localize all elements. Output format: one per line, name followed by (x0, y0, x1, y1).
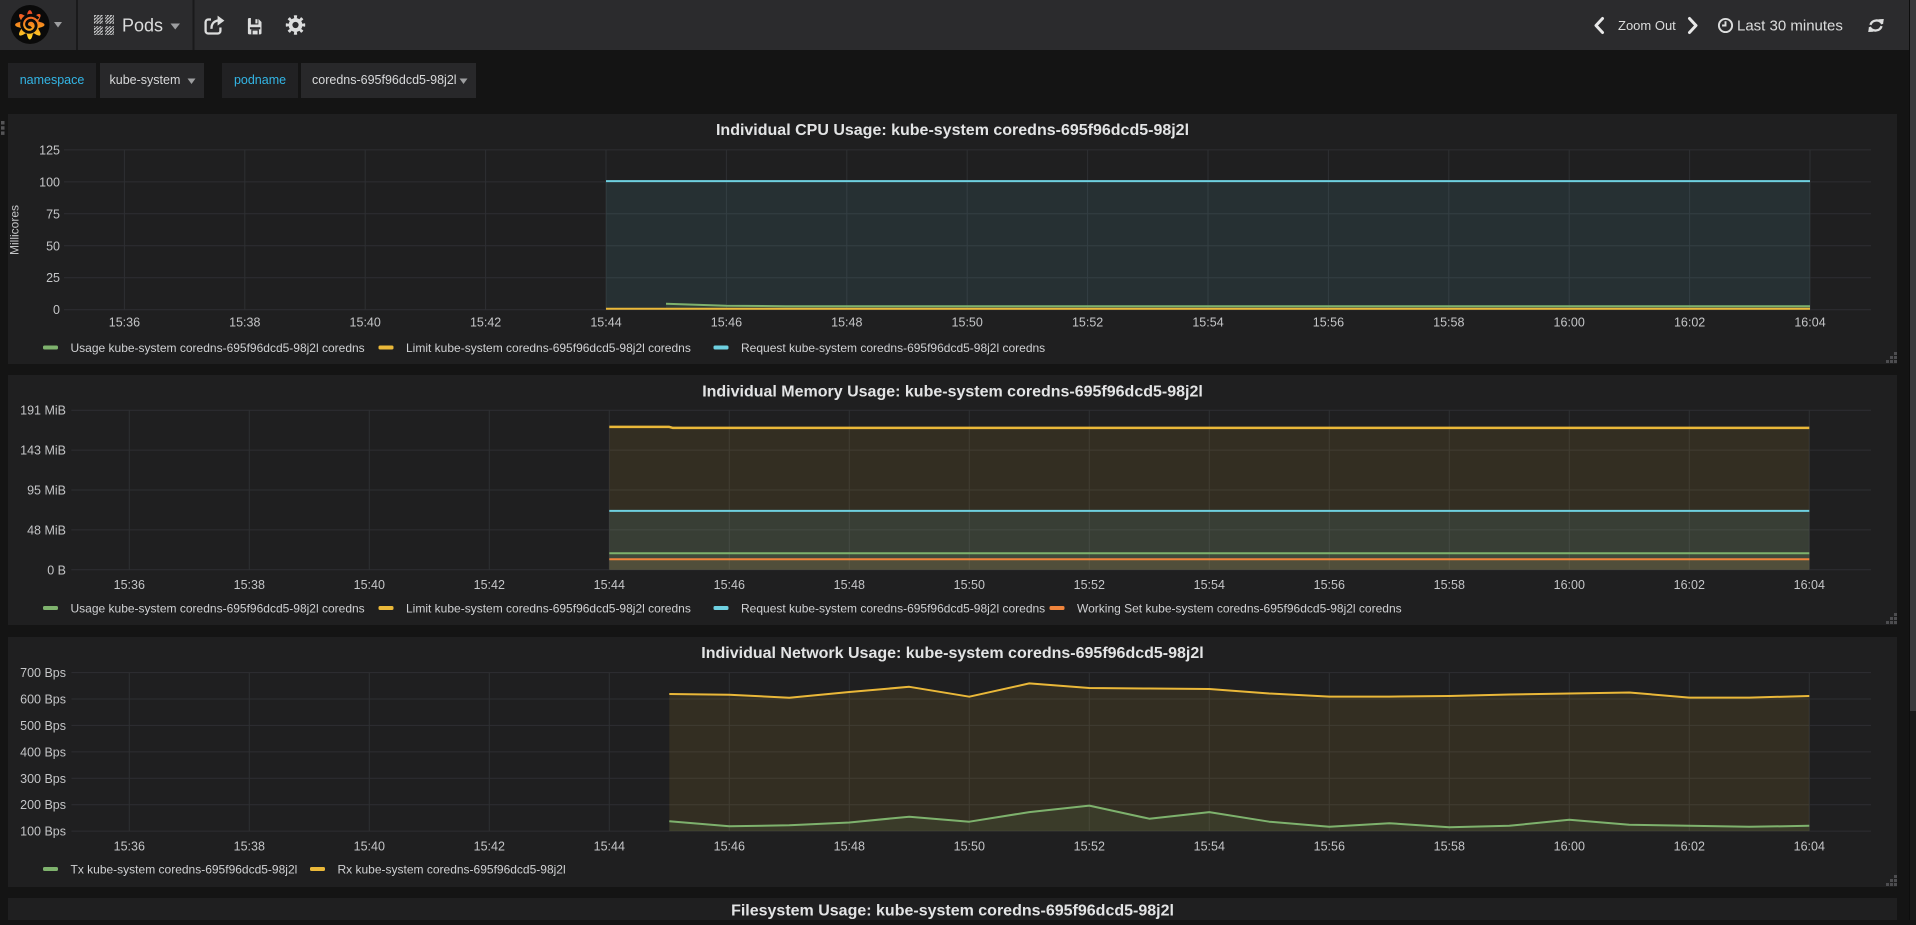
svg-text:15:52: 15:52 (1072, 315, 1103, 329)
svg-text:Individual Network Usage: kube: Individual Network Usage: kube-system co… (701, 645, 1203, 662)
svg-text:15:48: 15:48 (831, 315, 862, 329)
svg-text:Individual CPU Usage: kube-sys: Individual CPU Usage: kube-system coredn… (716, 122, 1189, 139)
svg-text:15:44: 15:44 (594, 578, 625, 592)
svg-text:15:58: 15:58 (1433, 315, 1464, 329)
svg-text:143 MiB: 143 MiB (20, 444, 66, 458)
svg-text:Usage kube-system coredns-695f: Usage kube-system coredns-695f96dcd5-98j… (71, 602, 365, 616)
svg-text:0: 0 (53, 303, 60, 317)
svg-text:16:00: 16:00 (1554, 578, 1585, 592)
svg-text:16:02: 16:02 (1674, 839, 1705, 853)
svg-text:Millicores: Millicores (8, 204, 22, 254)
svg-text:16:02: 16:02 (1674, 315, 1705, 329)
svg-text:15:38: 15:38 (234, 839, 265, 853)
svg-text:15:46: 15:46 (714, 839, 745, 853)
svg-text:Limit kube-system coredns-695f: Limit kube-system coredns-695f96dcd5-98j… (406, 341, 691, 355)
svg-text:15:40: 15:40 (354, 839, 385, 853)
svg-text:15:36: 15:36 (114, 578, 145, 592)
svg-text:15:38: 15:38 (229, 315, 260, 329)
svg-text:15:58: 15:58 (1434, 578, 1465, 592)
svg-text:15:42: 15:42 (474, 839, 505, 853)
svg-text:15:52: 15:52 (1074, 839, 1105, 853)
svg-text:Individual Memory Usage: kube-: Individual Memory Usage: kube-system cor… (702, 384, 1203, 401)
svg-text:Last 30 minutes: Last 30 minutes (1737, 18, 1843, 35)
svg-text:50: 50 (46, 239, 60, 253)
svg-text:15:38: 15:38 (234, 578, 265, 592)
svg-text:191 MiB: 191 MiB (20, 404, 66, 418)
svg-text:15:44: 15:44 (590, 315, 621, 329)
svg-text:Working Set kube-system coredn: Working Set kube-system coredns-695f96dc… (1077, 602, 1402, 616)
svg-text:15:54: 15:54 (1194, 839, 1225, 853)
svg-text:300 Bps: 300 Bps (20, 771, 66, 785)
svg-text:125: 125 (39, 143, 60, 157)
svg-text:16:00: 16:00 (1554, 839, 1585, 853)
svg-text:600 Bps: 600 Bps (20, 692, 66, 706)
svg-text:15:42: 15:42 (474, 578, 505, 592)
svg-text:16:04: 16:04 (1794, 839, 1825, 853)
svg-text:15:36: 15:36 (109, 315, 140, 329)
svg-text:15:50: 15:50 (952, 315, 983, 329)
svg-text:Limit kube-system coredns-695f: Limit kube-system coredns-695f96dcd5-98j… (406, 602, 691, 616)
svg-text:0 B: 0 B (47, 563, 66, 577)
svg-text:Usage kube-system coredns-695f: Usage kube-system coredns-695f96dcd5-98j… (71, 341, 365, 355)
svg-text:15:56: 15:56 (1314, 578, 1345, 592)
svg-text:15:56: 15:56 (1313, 315, 1344, 329)
svg-text:100 Bps: 100 Bps (20, 824, 66, 838)
svg-text:400 Bps: 400 Bps (20, 745, 66, 759)
svg-text:Rx kube-system coredns-695f96d: Rx kube-system coredns-695f96dcd5-98j2l (338, 862, 566, 876)
svg-text:200 Bps: 200 Bps (20, 798, 66, 812)
svg-text:700 Bps: 700 Bps (20, 666, 66, 680)
svg-text:15:46: 15:46 (711, 315, 742, 329)
svg-text:15:50: 15:50 (954, 578, 985, 592)
svg-text:15:46: 15:46 (714, 578, 745, 592)
svg-text:15:36: 15:36 (114, 839, 145, 853)
svg-text:48 MiB: 48 MiB (27, 523, 66, 537)
svg-text:16:00: 16:00 (1554, 315, 1585, 329)
svg-text:75: 75 (46, 207, 60, 221)
svg-text:95 MiB: 95 MiB (27, 484, 66, 498)
svg-text:15:54: 15:54 (1194, 578, 1225, 592)
svg-text:500 Bps: 500 Bps (20, 718, 66, 732)
svg-text:15:40: 15:40 (350, 315, 381, 329)
svg-text:16:04: 16:04 (1794, 578, 1825, 592)
svg-text:15:48: 15:48 (834, 578, 865, 592)
svg-text:15:50: 15:50 (954, 839, 985, 853)
svg-text:Pods: Pods (122, 16, 163, 36)
svg-text:Tx kube-system coredns-695f96d: Tx kube-system coredns-695f96dcd5-98j2l (71, 862, 298, 876)
svg-text:16:02: 16:02 (1674, 578, 1705, 592)
svg-text:100: 100 (39, 175, 60, 189)
svg-text:16:04: 16:04 (1794, 315, 1825, 329)
svg-text:Request kube-system coredns-69: Request kube-system coredns-695f96dcd5-9… (741, 341, 1045, 355)
svg-text:Zoom Out: Zoom Out (1618, 18, 1676, 33)
svg-text:25: 25 (46, 271, 60, 285)
svg-text:15:42: 15:42 (470, 315, 501, 329)
svg-text:15:40: 15:40 (354, 578, 385, 592)
svg-text:15:54: 15:54 (1192, 315, 1223, 329)
svg-text:15:58: 15:58 (1434, 839, 1465, 853)
svg-text:15:44: 15:44 (594, 839, 625, 853)
svg-text:Request kube-system coredns-69: Request kube-system coredns-695f96dcd5-9… (741, 602, 1045, 616)
svg-text:15:52: 15:52 (1074, 578, 1105, 592)
svg-text:15:48: 15:48 (834, 839, 865, 853)
svg-text:Filesystem Usage: kube-system: Filesystem Usage: kube-system coredns-69… (731, 903, 1174, 920)
svg-text:15:56: 15:56 (1314, 839, 1345, 853)
